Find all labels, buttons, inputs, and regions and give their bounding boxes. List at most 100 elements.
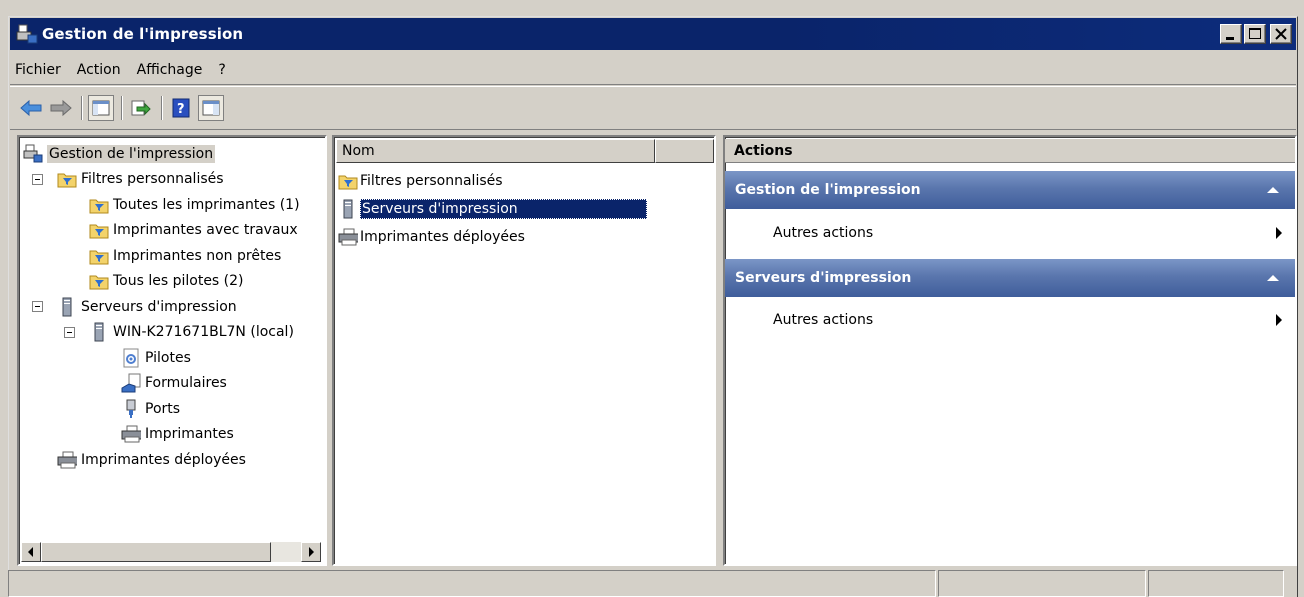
- minimize-icon: [1226, 37, 1234, 40]
- server-icon: [89, 322, 109, 342]
- tree-item-forms[interactable]: Formulaires: [23, 371, 300, 397]
- export-list-icon: [131, 100, 151, 116]
- menu-fichier[interactable]: Fichier: [10, 62, 69, 78]
- column-header-empty[interactable]: [654, 139, 714, 163]
- list-item-label: Imprimantes déployées: [360, 229, 525, 245]
- horizontal-scrollbar[interactable]: [21, 542, 321, 562]
- tree-item-ports[interactable]: Ports: [23, 396, 300, 422]
- forms-icon: [121, 373, 141, 393]
- column-header-row: Nom: [336, 139, 714, 163]
- menu-affichage[interactable]: Affichage: [129, 62, 211, 78]
- title-bar[interactable]: Gestion de l'impression: [10, 18, 1296, 50]
- scroll-left-button[interactable]: [21, 542, 41, 562]
- collapse-caret-icon: [1267, 275, 1279, 281]
- driver-gear-icon: [121, 348, 141, 368]
- actions-section-print-servers[interactable]: Serveurs d'impression: [725, 259, 1295, 297]
- tree-item-deployed-printers[interactable]: Imprimantes déployées: [23, 447, 300, 473]
- collapse-toggle[interactable]: [64, 326, 75, 338]
- list-item[interactable]: Imprimantes déployées: [338, 223, 647, 251]
- list-item-label: Serveurs d'impression: [360, 199, 647, 219]
- action-pane-icon: [202, 100, 220, 116]
- minimize-button[interactable]: [1220, 24, 1242, 44]
- svg-text:?: ?: [177, 102, 185, 117]
- actions-section-print-management[interactable]: Gestion de l'impression: [725, 171, 1295, 209]
- filter-folder-icon: [338, 171, 358, 191]
- toolbar-separator: [121, 96, 123, 120]
- status-cell-main: [8, 570, 936, 597]
- list-item[interactable]: Filtres personnalisés: [338, 167, 647, 195]
- action-label: Autres actions: [773, 225, 874, 241]
- tree-item-printers-with-jobs[interactable]: Imprimantes avec travaux: [23, 218, 300, 244]
- printer-icon: [121, 424, 141, 444]
- section-title: Serveurs d'impression: [735, 270, 912, 286]
- tree-item-filters[interactable]: Filtres personnalisés: [23, 167, 300, 193]
- tree-label: Imprimantes: [145, 426, 234, 443]
- action-label: Autres actions: [773, 312, 874, 328]
- tree-label: Imprimantes déployées: [81, 451, 246, 468]
- tree-item-printers-not-ready[interactable]: Imprimantes non prêtes: [23, 243, 300, 269]
- tree-label: Gestion de l'impression: [47, 144, 216, 163]
- filter-folder-icon: [89, 220, 109, 240]
- action-other-actions[interactable]: Autres actions: [773, 221, 1295, 245]
- status-cell-2: [938, 570, 1146, 597]
- maximize-button[interactable]: [1244, 24, 1266, 44]
- menu-bar: Fichier Action Affichage ?: [10, 55, 1296, 85]
- filter-folder-icon: [57, 169, 77, 189]
- column-header-nom[interactable]: Nom: [336, 139, 655, 163]
- console-tree-pane[interactable]: Gestion de l'impression Filtres personna…: [17, 135, 327, 566]
- tree-label: Filtres personnalisés: [81, 171, 224, 188]
- toolbar-separator: [161, 96, 163, 120]
- tree-item-printers[interactable]: Imprimantes: [23, 422, 300, 448]
- scroll-track[interactable]: [271, 542, 301, 562]
- console-tree-icon: [92, 100, 110, 116]
- server-icon: [338, 199, 358, 219]
- help-button[interactable]: ?: [168, 95, 194, 121]
- right-triangle-icon: [309, 547, 314, 557]
- collapse-toggle[interactable]: [32, 173, 43, 185]
- toolbar: ?: [10, 86, 1296, 130]
- help-icon: ?: [172, 98, 190, 118]
- tree-label: Pilotes: [145, 349, 191, 366]
- tree-item-all-drivers[interactable]: Tous les pilotes (2): [23, 269, 300, 295]
- status-bar: [8, 570, 1290, 597]
- filter-folder-icon: [89, 195, 109, 215]
- tree-label: Ports: [145, 400, 181, 417]
- maximize-icon: [1249, 28, 1261, 39]
- scroll-thumb[interactable]: [41, 542, 271, 562]
- forward-button[interactable]: [48, 95, 74, 121]
- tree-item-drivers[interactable]: Pilotes: [23, 345, 300, 371]
- window-title: Gestion de l'impression: [42, 25, 244, 43]
- tree-label: Imprimantes avec travaux: [113, 222, 298, 239]
- print-management-icon: [23, 144, 43, 164]
- port-plug-icon: [121, 399, 141, 419]
- scroll-right-button[interactable]: [301, 542, 321, 562]
- results-list-pane[interactable]: Nom Filtres personnalisés Serveurs d'imp…: [332, 135, 716, 566]
- menu-action[interactable]: Action: [69, 62, 129, 78]
- list-item-selected[interactable]: Serveurs d'impression: [338, 195, 647, 223]
- list-item-label: Filtres personnalisés: [360, 173, 503, 189]
- menu-help[interactable]: ?: [210, 62, 233, 78]
- tree-item-root[interactable]: Gestion de l'impression: [23, 141, 300, 167]
- show-hide-action-pane-button[interactable]: [198, 95, 224, 121]
- collapse-toggle[interactable]: [32, 301, 43, 312]
- action-other-actions[interactable]: Autres actions: [773, 308, 1295, 332]
- close-icon: [1275, 28, 1287, 40]
- tree-item-print-servers[interactable]: Serveurs d'impression: [23, 294, 300, 320]
- tree-item-server-local[interactable]: WIN-K271671BL7N (local): [23, 320, 300, 346]
- tree-label: Toutes les imprimantes (1): [113, 196, 300, 213]
- back-button[interactable]: [18, 95, 44, 121]
- section-title: Gestion de l'impression: [735, 182, 921, 198]
- tree-label: Formulaires: [145, 375, 227, 392]
- submenu-arrow-icon: [1276, 227, 1282, 239]
- tree-label: Imprimantes non prêtes: [113, 247, 282, 264]
- filter-folder-icon: [89, 246, 109, 266]
- collapse-caret-icon: [1267, 187, 1279, 193]
- close-button[interactable]: [1270, 24, 1292, 44]
- print-management-app-icon: [16, 24, 38, 44]
- export-list-button[interactable]: [128, 95, 154, 121]
- tree-label: Serveurs d'impression: [81, 298, 237, 315]
- actions-header: Actions: [725, 139, 1295, 163]
- tree-item-all-printers[interactable]: Toutes les imprimantes (1): [23, 192, 300, 218]
- show-hide-tree-button[interactable]: [88, 95, 114, 121]
- left-triangle-icon: [28, 547, 33, 557]
